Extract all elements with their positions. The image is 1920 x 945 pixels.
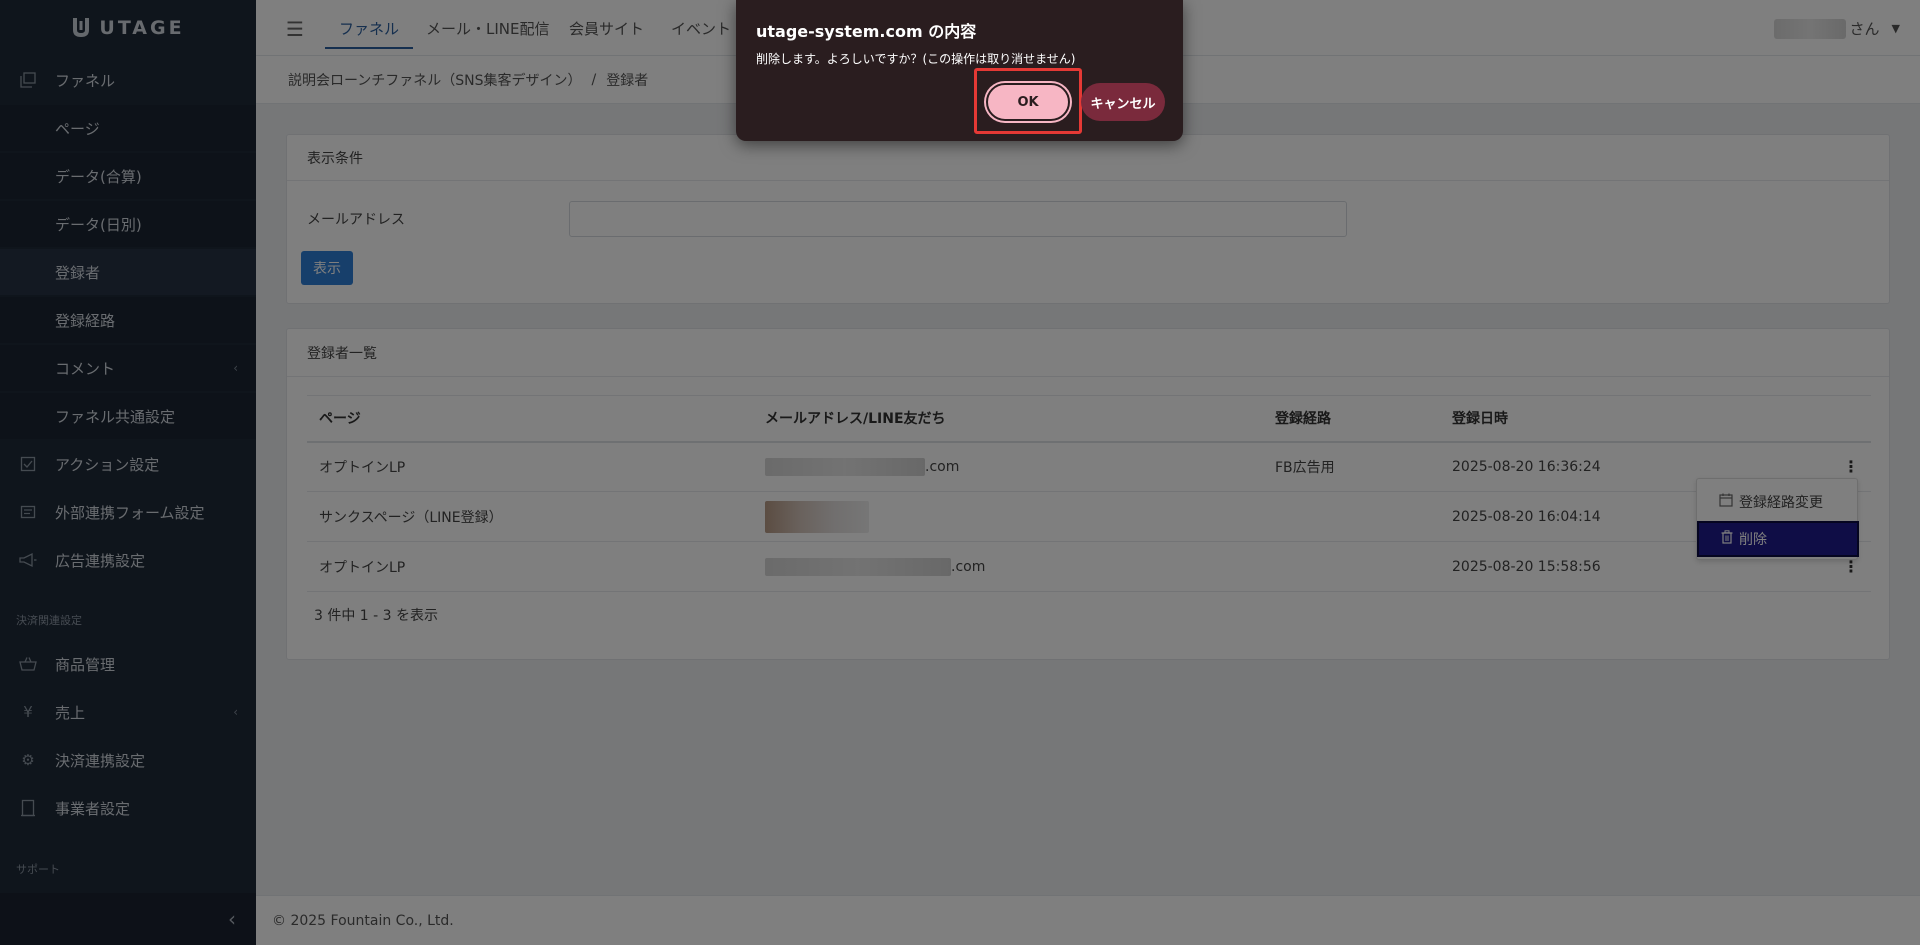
- confirm-dialog: utage-system.com の内容 削除します。よろしいですか？(この操作…: [736, 0, 1183, 141]
- modal-backdrop: [0, 0, 1920, 945]
- ok-button[interactable]: OK: [986, 83, 1070, 121]
- cancel-button[interactable]: キャンセル: [1081, 83, 1165, 121]
- dialog-title: utage-system.com の内容: [756, 22, 977, 41]
- dialog-message: 削除します。よろしいですか？(この操作は取り消せません): [756, 52, 1076, 66]
